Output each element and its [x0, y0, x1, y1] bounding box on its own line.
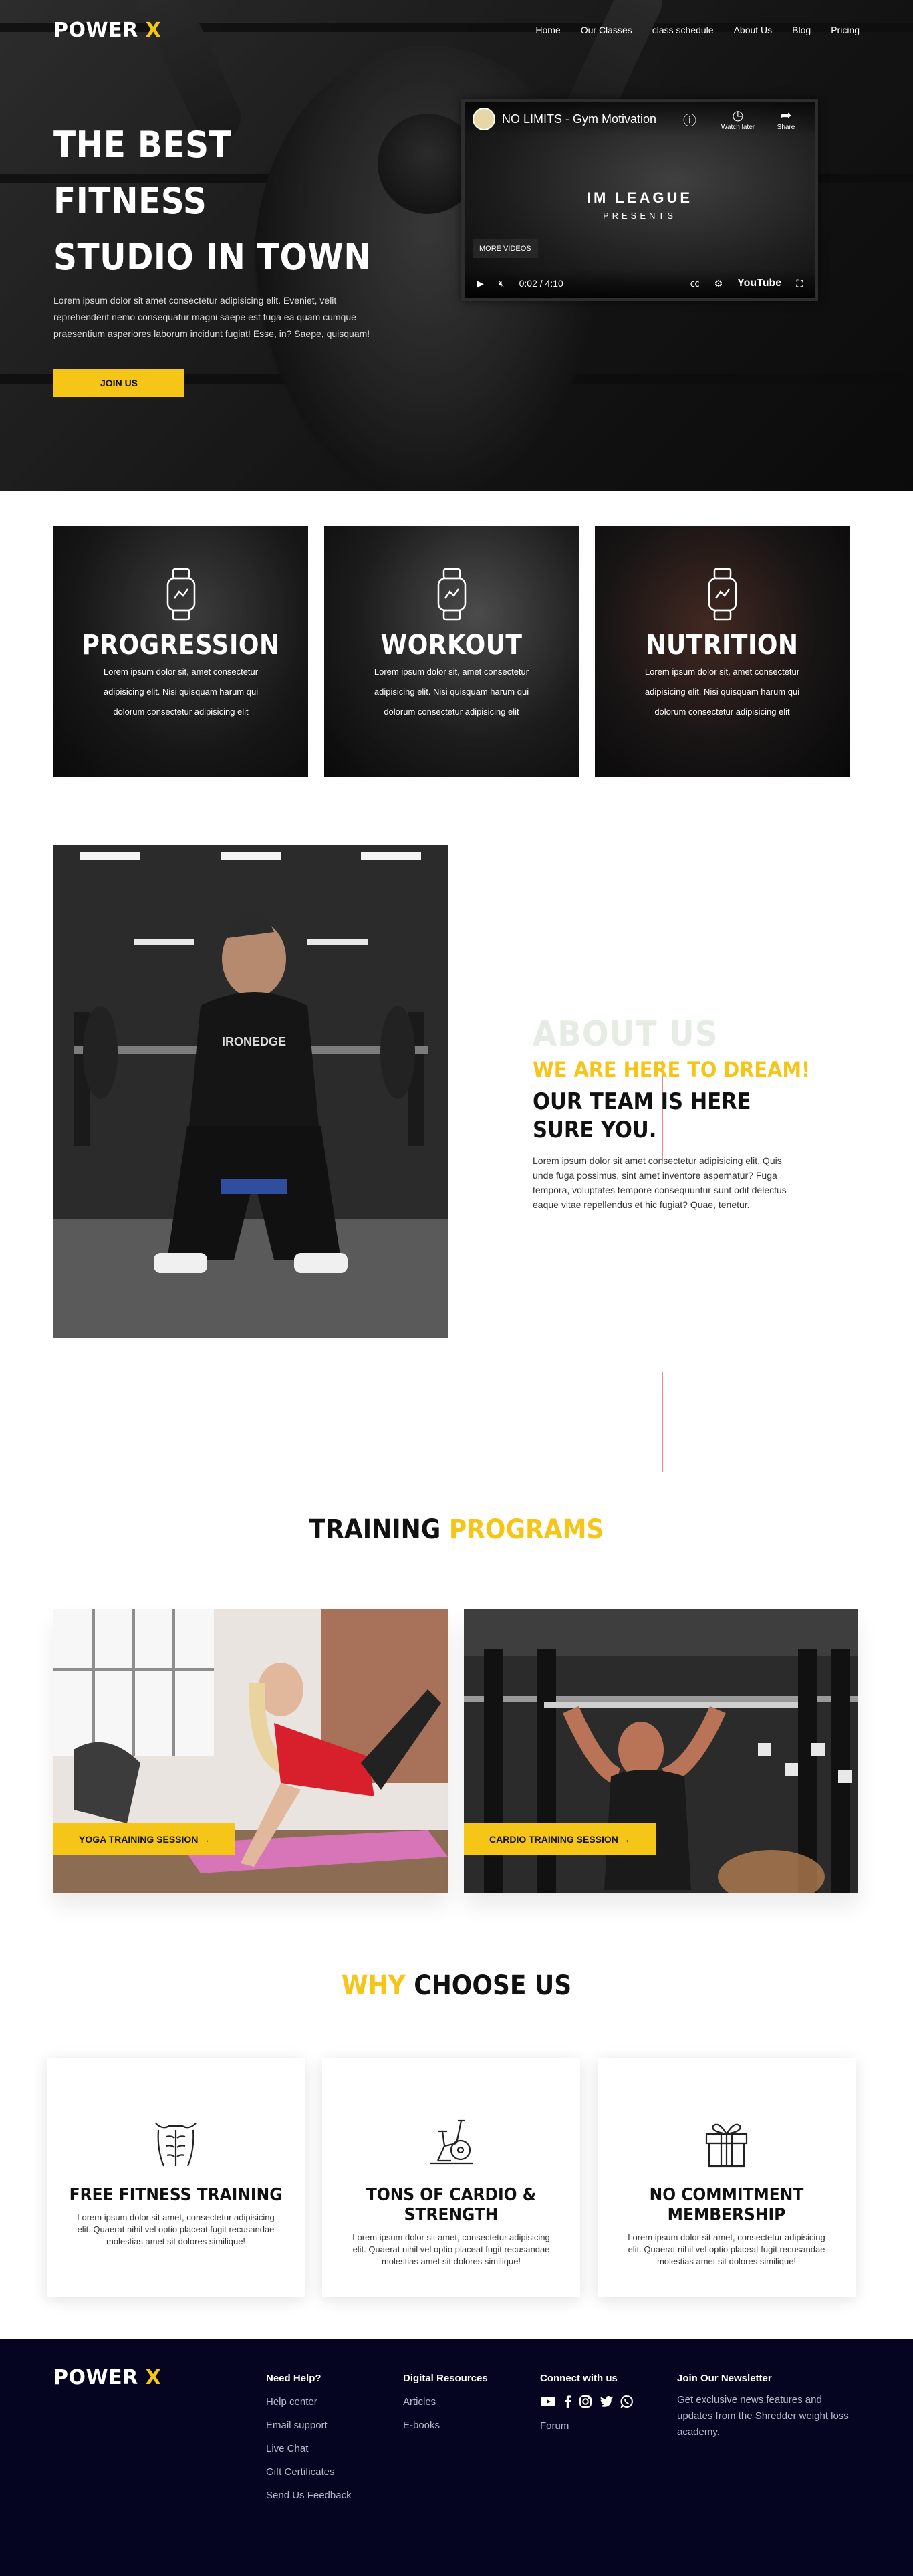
why-choose-us-section: WHY CHOOSE US FREE FITNESS TRAINING Lore…: [0, 1893, 913, 2297]
why-card-text: Lorem ipsum dolor sit amet, consectetur …: [628, 2232, 825, 2266]
about-text: ABOUT US WE ARE HERE TO DREAM! OUR TEAM …: [533, 1014, 813, 1212]
footer-connect-column: Connect with us Forum: [540, 2366, 677, 2576]
join-us-button[interactable]: JOIN US: [53, 369, 185, 397]
footer-column-title: Connect with us: [540, 2373, 618, 2384]
nav-home[interactable]: Home: [535, 25, 560, 35]
nav-about-us[interactable]: About Us: [734, 25, 773, 35]
play-icon[interactable]: ▶: [477, 278, 484, 289]
why-card-no-commitment: NO COMMITMENT MEMBERSHIP Lorem ipsum dol…: [598, 2058, 856, 2297]
social-icons: [540, 2395, 677, 2408]
why-card-title: NO COMMITMENT MEMBERSHIP: [649, 2185, 804, 2225]
video-controls: ▶ 🔇︎ 0:02 / 4:10 ㏄ ⚙ YouTube ⛶: [465, 269, 815, 298]
info-icon[interactable]: ⓘ: [669, 110, 710, 129]
channel-avatar[interactable]: [473, 108, 495, 130]
why-card-title: FREE FITNESS TRAINING: [69, 2185, 283, 2205]
footer-link-articles[interactable]: Articles: [403, 2396, 540, 2408]
share-icon: ➦: [780, 108, 792, 123]
fullscreen-icon[interactable]: ⛶: [796, 278, 803, 289]
footer-help-column: Need Help? Help center Email support Liv…: [266, 2366, 403, 2576]
feature-card-nutrition[interactable]: NUTRITION Lorem ipsum dolor sit, amet co…: [595, 526, 850, 777]
footer-link-email-support[interactable]: Email support: [266, 2420, 403, 2431]
footer-link-help-center[interactable]: Help center: [266, 2396, 403, 2408]
newsletter-text: Get exclusive news,features and updates …: [677, 2394, 849, 2438]
captions-icon[interactable]: ㏄: [690, 277, 700, 290]
about-description: Lorem ipsum dolor sit amet consectetur a…: [533, 1155, 787, 1210]
site-footer: POWER X Need Help? Help center Email sup…: [0, 2339, 913, 2576]
feature-title: WORKOUT: [380, 630, 523, 661]
about-ghost-heading: ABOUT US: [533, 1014, 719, 1054]
feature-title: NUTRITION: [646, 630, 799, 661]
exercise-bike-icon: [430, 2119, 473, 2165]
video-title[interactable]: NO LIMITS - Gym Motivation: [502, 112, 662, 126]
yoga-session-button[interactable]: YOGA TRAINING SESSION →: [53, 1823, 236, 1855]
hero-section: POWER X Home Our Classes class schedule …: [0, 0, 913, 491]
hero-description: Lorem ipsum dolor sit amet consectetur a…: [53, 295, 370, 339]
why-title: WHY CHOOSE US: [341, 1970, 572, 2001]
training-section: TRAINING PROGRAMS YOGA TRAINING SESSION …: [0, 1514, 913, 1893]
footer-column-title: Digital Resources: [403, 2373, 488, 2384]
smartwatch-icon: [708, 568, 737, 621]
youtube-icon[interactable]: [540, 2395, 556, 2408]
training-title: TRAINING PROGRAMS: [309, 1514, 604, 1545]
smartwatch-icon: [437, 568, 466, 621]
gift-icon: [705, 2123, 748, 2168]
feature-title: PROGRESSION: [82, 630, 280, 661]
watch-later-button[interactable]: ◷ Watch later: [717, 107, 759, 131]
feature-card-progression[interactable]: PROGRESSION Lorem ipsum dolor sit, amet …: [53, 526, 308, 777]
facebook-icon[interactable]: [563, 2395, 572, 2408]
top-navbar: POWER X Home Our Classes class schedule …: [0, 0, 913, 60]
video-time: 0:02 / 4:10: [519, 278, 563, 289]
footer-column-title: Need Help?: [266, 2373, 321, 2384]
nav-menu: Home Our Classes class schedule About Us…: [535, 25, 860, 35]
hero-text: THE BEST FITNESS STUDIO IN TOWN Lorem ips…: [53, 117, 374, 397]
abs-icon: [155, 2123, 197, 2167]
about-heading: OUR TEAM IS HERE SURE YOU.: [533, 1088, 751, 1143]
footer-digital-column: Digital Resources Articles E-books: [403, 2366, 540, 2576]
about-section: IRONEDGE ABOUT US WE ARE HERE TO DREAM! …: [0, 777, 913, 1514]
video-player[interactable]: NO LIMITS - Gym Motivation ⓘ ◷ Watch late…: [461, 99, 818, 301]
feature-text: Lorem ipsum dolor sit, amet consectetur …: [103, 667, 259, 717]
about-tagline: WE ARE HERE TO DREAM!: [533, 1057, 811, 1082]
footer-newsletter: Join Our Newsletter Get exclusive news,f…: [677, 2366, 851, 2576]
twitter-icon[interactable]: [599, 2395, 614, 2408]
nav-class-schedule[interactable]: class schedule: [652, 25, 714, 35]
about-divider-bottom: [662, 1372, 663, 1472]
footer-link-gift-certificates[interactable]: Gift Certificates: [266, 2466, 403, 2478]
nav-pricing[interactable]: Pricing: [831, 25, 860, 35]
footer-link-forum[interactable]: Forum: [540, 2420, 677, 2432]
clock-icon: ◷: [732, 108, 744, 123]
brand-logo[interactable]: POWER X: [53, 19, 161, 42]
why-card-cardio-strength: TONS OF CARDIO & STRENGTH Lorem ipsum do…: [322, 2058, 580, 2297]
nav-blog[interactable]: Blog: [792, 25, 811, 35]
why-card-text: Lorem ipsum dolor sit amet, consectetur …: [77, 2212, 275, 2246]
nav-our-classes[interactable]: Our Classes: [581, 25, 632, 35]
feature-text: Lorem ipsum dolor sit, amet consectetur …: [374, 667, 529, 717]
feature-text: Lorem ipsum dolor sit, amet consectetur …: [644, 667, 800, 717]
more-videos-button[interactable]: MORE VIDEOS: [473, 239, 538, 258]
why-card-text: Lorem ipsum dolor sit amet, consectetur …: [352, 2232, 550, 2266]
why-card-free-training: FREE FITNESS TRAINING Lorem ipsum dolor …: [47, 2058, 305, 2297]
why-card-title: TONS OF CARDIO & STRENGTH: [366, 2185, 537, 2225]
footer-link-send-feedback[interactable]: Send Us Feedback: [266, 2490, 403, 2501]
footer-link-live-chat[interactable]: Live Chat: [266, 2443, 403, 2454]
mute-icon[interactable]: 🔇︎: [499, 278, 505, 289]
trainer-photo: IRONEDGE: [53, 845, 448, 1338]
whatsapp-icon[interactable]: [620, 2395, 634, 2408]
video-overlay-text: IM LEAGUE PRESENTS: [586, 189, 693, 221]
youtube-logo[interactable]: YouTube: [737, 277, 781, 289]
smartwatch-icon: [166, 568, 195, 621]
program-card-yoga[interactable]: YOGA TRAINING SESSION →: [53, 1609, 448, 1893]
newsletter-title: Join Our Newsletter: [677, 2373, 772, 2384]
instagram-icon[interactable]: [579, 2395, 592, 2408]
hero-title: THE BEST FITNESS STUDIO IN TOWN: [53, 124, 372, 278]
feature-card-workout[interactable]: WORKOUT Lorem ipsum dolor sit, amet cons…: [324, 526, 579, 777]
settings-gear-icon[interactable]: ⚙: [714, 278, 723, 289]
shirt-text: IRONEDGE: [222, 1035, 286, 1048]
features-section: PROGRESSION Lorem ipsum dolor sit, amet …: [0, 491, 913, 777]
cardio-session-button[interactable]: CARDIO TRAINING SESSION →: [464, 1823, 656, 1855]
share-button[interactable]: ➦ Share: [765, 107, 807, 131]
program-card-cardio[interactable]: CARDIO TRAINING SESSION →: [464, 1609, 858, 1893]
footer-link-ebooks[interactable]: E-books: [403, 2420, 540, 2431]
footer-brand-logo[interactable]: POWER X: [53, 2366, 266, 2389]
